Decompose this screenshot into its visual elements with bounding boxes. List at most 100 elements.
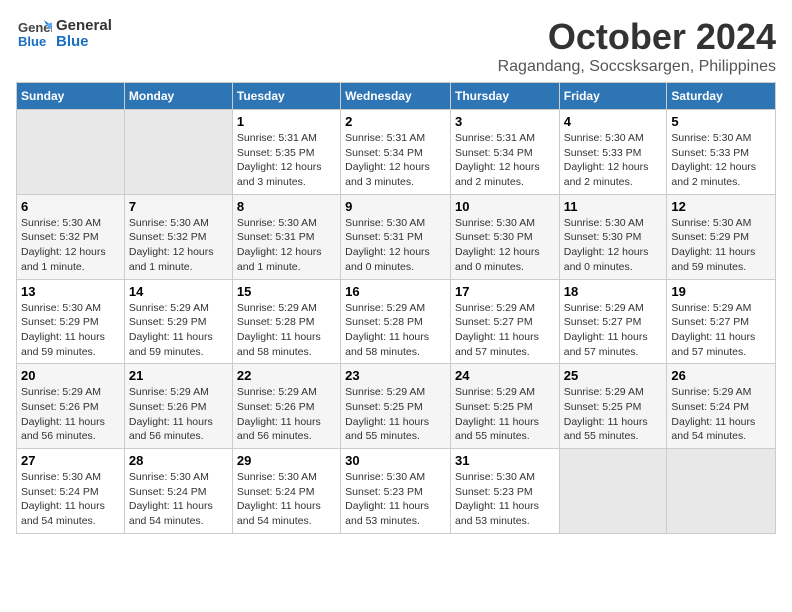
calendar-header-cell: Thursday <box>450 83 559 110</box>
calendar-header-cell: Saturday <box>667 83 776 110</box>
day-number: 3 <box>455 114 555 129</box>
calendar-body: 1Sunrise: 5:31 AM Sunset: 5:35 PM Daylig… <box>17 110 776 534</box>
calendar-cell: 30Sunrise: 5:30 AM Sunset: 5:23 PM Dayli… <box>341 449 451 534</box>
day-info: Sunrise: 5:30 AM Sunset: 5:30 PM Dayligh… <box>564 216 663 275</box>
day-info: Sunrise: 5:31 AM Sunset: 5:34 PM Dayligh… <box>345 131 446 190</box>
day-info: Sunrise: 5:29 AM Sunset: 5:28 PM Dayligh… <box>237 301 336 360</box>
day-info: Sunrise: 5:29 AM Sunset: 5:27 PM Dayligh… <box>671 301 771 360</box>
day-number: 18 <box>564 284 663 299</box>
day-info: Sunrise: 5:30 AM Sunset: 5:33 PM Dayligh… <box>564 131 663 190</box>
calendar-week-row: 20 Sunrise: 5:29 AM Sunset: 5:26 PM Dayli… <box>17 364 776 449</box>
calendar-header-cell: Friday <box>559 83 667 110</box>
calendar-week-row: 27 Sunrise: 5:30 AM Sunset: 5:24 PM Dayli… <box>17 449 776 534</box>
day-number: 19 <box>671 284 771 299</box>
day-info: Sunrise: 5:29 AM Sunset: 5:25 PM Dayligh… <box>455 385 555 444</box>
calendar-week-row: 1Sunrise: 5:31 AM Sunset: 5:35 PM Daylig… <box>17 110 776 195</box>
calendar-cell: 7Sunrise: 5:30 AM Sunset: 5:32 PM Daylig… <box>124 194 232 279</box>
calendar-cell: 28 Sunrise: 5:30 AM Sunset: 5:24 PM Dayli… <box>124 449 232 534</box>
day-number: 24 <box>455 368 555 383</box>
day-number: 21 <box>129 368 228 383</box>
calendar-cell: 18Sunrise: 5:29 AM Sunset: 5:27 PM Dayli… <box>559 279 667 364</box>
calendar-cell: 3 Sunrise: 5:31 AM Sunset: 5:34 PM Daylig… <box>450 110 559 195</box>
day-info: Sunrise: 5:30 AM Sunset: 5:23 PM Dayligh… <box>345 470 446 529</box>
day-number: 16 <box>345 284 446 299</box>
calendar-cell <box>667 449 776 534</box>
calendar-cell: 27 Sunrise: 5:30 AM Sunset: 5:24 PM Dayli… <box>17 449 125 534</box>
calendar-cell: 19 Sunrise: 5:29 AM Sunset: 5:27 PM Dayli… <box>667 279 776 364</box>
day-number: 26 <box>671 368 771 383</box>
calendar-cell: 17Sunrise: 5:29 AM Sunset: 5:27 PM Dayli… <box>450 279 559 364</box>
day-info: Sunrise: 5:30 AM Sunset: 5:24 PM Dayligh… <box>21 470 120 529</box>
day-info: Sunrise: 5:29 AM Sunset: 5:26 PM Dayligh… <box>129 385 228 444</box>
logo: General Blue General Blue <box>16 16 112 52</box>
day-number: 27 <box>21 453 120 468</box>
day-info: Sunrise: 5:30 AM Sunset: 5:33 PM Dayligh… <box>671 131 771 190</box>
calendar-cell: 11 Sunrise: 5:30 AM Sunset: 5:30 PM Dayli… <box>559 194 667 279</box>
calendar-cell: 21 Sunrise: 5:29 AM Sunset: 5:26 PM Dayli… <box>124 364 232 449</box>
calendar-cell: 22 Sunrise: 5:29 AM Sunset: 5:26 PM Dayli… <box>232 364 340 449</box>
day-info: Sunrise: 5:30 AM Sunset: 5:23 PM Dayligh… <box>455 470 555 529</box>
calendar-header-row: SundayMondayTuesdayWednesdayThursdayFrid… <box>17 83 776 110</box>
day-info: Sunrise: 5:29 AM Sunset: 5:26 PM Dayligh… <box>237 385 336 444</box>
day-number: 4 <box>564 114 663 129</box>
day-number: 5 <box>671 114 771 129</box>
day-info: Sunrise: 5:29 AM Sunset: 5:26 PM Dayligh… <box>21 385 120 444</box>
svg-text:Blue: Blue <box>18 34 46 49</box>
header: General Blue General Blue October 2024 R… <box>16 16 776 76</box>
day-info: Sunrise: 5:29 AM Sunset: 5:28 PM Dayligh… <box>345 301 446 360</box>
calendar-header-cell: Sunday <box>17 83 125 110</box>
calendar-cell: 25Sunrise: 5:29 AM Sunset: 5:25 PM Dayli… <box>559 364 667 449</box>
calendar-cell: 26 Sunrise: 5:29 AM Sunset: 5:24 PM Dayli… <box>667 364 776 449</box>
calendar-cell <box>124 110 232 195</box>
day-info: Sunrise: 5:30 AM Sunset: 5:32 PM Dayligh… <box>21 216 120 275</box>
day-number: 12 <box>671 199 771 214</box>
calendar-cell: 1Sunrise: 5:31 AM Sunset: 5:35 PM Daylig… <box>232 110 340 195</box>
day-number: 29 <box>237 453 336 468</box>
calendar-header-cell: Monday <box>124 83 232 110</box>
day-number: 22 <box>237 368 336 383</box>
day-number: 9 <box>345 199 446 214</box>
calendar-cell: 9 Sunrise: 5:30 AM Sunset: 5:31 PM Daylig… <box>341 194 451 279</box>
day-info: Sunrise: 5:30 AM Sunset: 5:24 PM Dayligh… <box>237 470 336 529</box>
calendar-cell: 23 Sunrise: 5:29 AM Sunset: 5:25 PM Dayli… <box>341 364 451 449</box>
day-number: 2 <box>345 114 446 129</box>
calendar-header-cell: Tuesday <box>232 83 340 110</box>
calendar-cell: 16 Sunrise: 5:29 AM Sunset: 5:28 PM Dayli… <box>341 279 451 364</box>
calendar-cell: 31Sunrise: 5:30 AM Sunset: 5:23 PM Dayli… <box>450 449 559 534</box>
day-info: Sunrise: 5:31 AM Sunset: 5:34 PM Dayligh… <box>455 131 555 190</box>
calendar-week-row: 13 Sunrise: 5:30 AM Sunset: 5:29 PM Dayli… <box>17 279 776 364</box>
calendar-cell: 20 Sunrise: 5:29 AM Sunset: 5:26 PM Dayli… <box>17 364 125 449</box>
calendar-cell: 14Sunrise: 5:29 AM Sunset: 5:29 PM Dayli… <box>124 279 232 364</box>
calendar-cell: 12Sunrise: 5:30 AM Sunset: 5:29 PM Dayli… <box>667 194 776 279</box>
day-info: Sunrise: 5:29 AM Sunset: 5:25 PM Dayligh… <box>345 385 446 444</box>
calendar-cell <box>17 110 125 195</box>
day-number: 13 <box>21 284 120 299</box>
day-number: 11 <box>564 199 663 214</box>
calendar-cell: 29 Sunrise: 5:30 AM Sunset: 5:24 PM Dayli… <box>232 449 340 534</box>
day-info: Sunrise: 5:30 AM Sunset: 5:29 PM Dayligh… <box>21 301 120 360</box>
day-info: Sunrise: 5:29 AM Sunset: 5:24 PM Dayligh… <box>671 385 771 444</box>
day-number: 23 <box>345 368 446 383</box>
page-title: October 2024 <box>498 16 776 58</box>
calendar-cell: 15 Sunrise: 5:29 AM Sunset: 5:28 PM Dayli… <box>232 279 340 364</box>
day-number: 15 <box>237 284 336 299</box>
calendar-cell: 6Sunrise: 5:30 AM Sunset: 5:32 PM Daylig… <box>17 194 125 279</box>
logo-blue-text: Blue <box>56 34 112 51</box>
calendar-week-row: 6Sunrise: 5:30 AM Sunset: 5:32 PM Daylig… <box>17 194 776 279</box>
day-number: 25 <box>564 368 663 383</box>
calendar-cell: 2 Sunrise: 5:31 AM Sunset: 5:34 PM Daylig… <box>341 110 451 195</box>
day-info: Sunrise: 5:30 AM Sunset: 5:31 PM Dayligh… <box>345 216 446 275</box>
day-number: 28 <box>129 453 228 468</box>
day-number: 1 <box>237 114 336 129</box>
day-number: 10 <box>455 199 555 214</box>
day-info: Sunrise: 5:29 AM Sunset: 5:27 PM Dayligh… <box>455 301 555 360</box>
logo-general-text: General <box>56 18 112 35</box>
calendar-table: SundayMondayTuesdayWednesdayThursdayFrid… <box>16 82 776 534</box>
calendar-cell: 10Sunrise: 5:30 AM Sunset: 5:30 PM Dayli… <box>450 194 559 279</box>
day-info: Sunrise: 5:30 AM Sunset: 5:24 PM Dayligh… <box>129 470 228 529</box>
title-area: October 2024 Ragandang, Soccsksargen, Ph… <box>498 16 776 76</box>
calendar-cell: 4 Sunrise: 5:30 AM Sunset: 5:33 PM Daylig… <box>559 110 667 195</box>
calendar-cell: 5 Sunrise: 5:30 AM Sunset: 5:33 PM Daylig… <box>667 110 776 195</box>
day-number: 20 <box>21 368 120 383</box>
day-info: Sunrise: 5:29 AM Sunset: 5:29 PM Dayligh… <box>129 301 228 360</box>
